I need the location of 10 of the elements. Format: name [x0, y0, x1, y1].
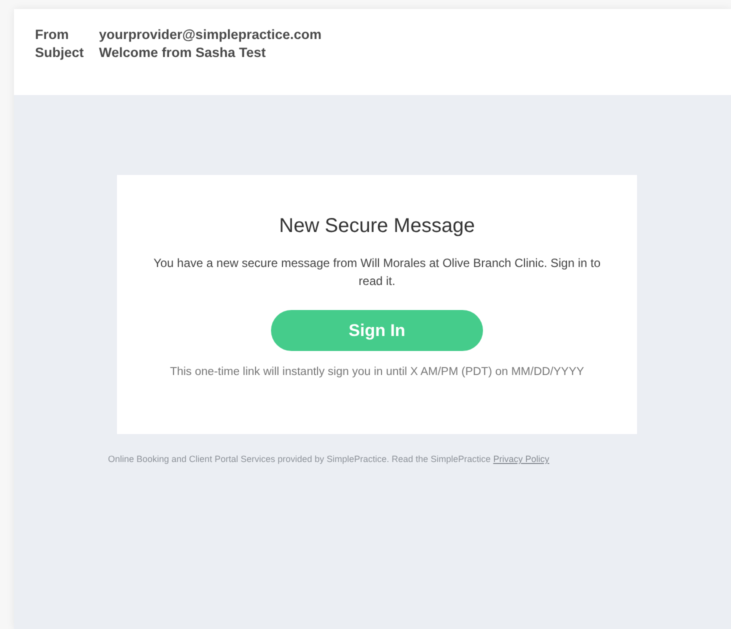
- card-title: New Secure Message: [279, 215, 475, 238]
- message-text: You have a new secure message from Will Morales at Olive Branch Clinic. Sign in to read it.: [152, 255, 602, 290]
- sign-in-button[interactable]: Sign In: [271, 310, 483, 351]
- field-label: Subject: [35, 45, 85, 60]
- footer-text: Online Booking and Client Portal Services provided by SimplePractice. Read the SimplePractice: [108, 454, 491, 464]
- field-value: Welcome from Sasha Test: [99, 45, 266, 60]
- field-label: From: [35, 27, 70, 42]
- privacy-policy-link[interactable]: Privacy Policy: [493, 454, 550, 464]
- link-expiry-note: This one-time link will instantly sign you in until X AM/PM (PDT) on MM/DD/YYYY: [170, 366, 584, 378]
- field-value: yourprovider@simplepractice.com: [99, 27, 322, 42]
